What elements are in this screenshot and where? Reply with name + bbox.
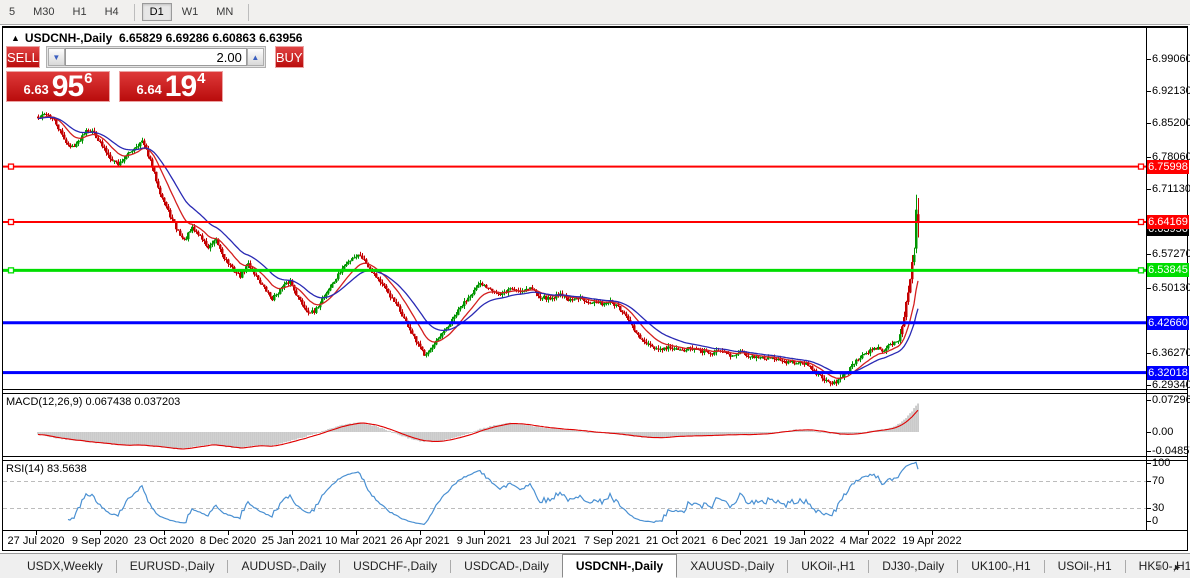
date-label: 10 Mar 2021 — [325, 535, 387, 547]
tab-audusd-daily[interactable]: AUDUSD-,Daily — [228, 555, 339, 577]
price-level-label: 6.64169 — [1147, 215, 1189, 229]
timeframe-button-H4[interactable]: H4 — [97, 3, 127, 21]
bid-big-digits: 95 — [52, 73, 83, 100]
price-level-label: 6.42660 — [1147, 316, 1189, 330]
ask-prefix: 6.64 — [136, 82, 161, 97]
trade-buttons-row: SELL ▼ ▲ BUY — [6, 46, 223, 68]
collapse-chart-icon[interactable]: ▲ — [11, 33, 20, 43]
timeframe-button-MN[interactable]: MN — [208, 3, 241, 21]
date-label: 23 Jul 2021 — [520, 535, 577, 547]
buy-button[interactable]: BUY — [275, 46, 304, 68]
price-tick-label: 6.57270 — [1152, 248, 1190, 260]
bid-ask-row: 6.63 956 6.64 194 — [6, 71, 223, 102]
macd-name: MACD(12,26,9) — [6, 396, 82, 408]
rsi-axis-label: 30 — [1152, 502, 1164, 514]
price-tick-label: 6.36270 — [1152, 347, 1190, 359]
ask-pip-digit: 4 — [197, 70, 205, 87]
tab-eurusd-daily[interactable]: EURUSD-,Daily — [117, 555, 228, 577]
bid-prefix: 6.63 — [23, 82, 48, 97]
ask-price-box[interactable]: 6.64 194 — [119, 71, 223, 102]
date-label: 7 Sep 2021 — [584, 535, 640, 547]
rsi-indicator-label: RSI(14) 83.5638 — [6, 463, 87, 475]
tab-usdchf-daily[interactable]: USDCHF-,Daily — [340, 555, 450, 577]
tab-dj30-daily[interactable]: DJ30-,Daily — [869, 555, 957, 577]
chart-tab-bar: USDX,WeeklyEURUSD-,DailyAUDUSD-,DailyUSD… — [0, 553, 1190, 578]
tab-usdx-weekly[interactable]: USDX,Weekly — [14, 555, 116, 577]
price-tick-label: 6.71130 — [1152, 183, 1190, 195]
price-tick-label: 6.99060 — [1152, 53, 1190, 65]
date-label: 19 Apr 2022 — [902, 535, 961, 547]
volume-input[interactable] — [65, 48, 247, 66]
rsi-axis-label: 100 — [1152, 457, 1170, 469]
timeframe-bar: 5M30H1H4 D1W1MN — [0, 3, 255, 21]
macd-values: 0.067438 0.037203 — [85, 396, 180, 408]
sell-button[interactable]: SELL — [6, 46, 40, 68]
tabs-holder: USDX,WeeklyEURUSD-,DailyAUDUSD-,DailyUSD… — [14, 554, 1190, 578]
price-level-label: 6.53845 — [1147, 263, 1189, 277]
tab-xauusd-daily[interactable]: XAUUSD-,Daily — [677, 555, 787, 577]
date-label: 26 Apr 2021 — [390, 535, 449, 547]
macd-axis-label: -0.048575 — [1152, 445, 1190, 457]
date-label: 6 Dec 2021 — [712, 535, 768, 547]
date-label: 9 Jun 2021 — [457, 535, 511, 547]
tab-uk100-h1[interactable]: UK100-,H1 — [958, 555, 1043, 577]
tab-scroll-left-icon[interactable]: ◄ — [1154, 562, 1163, 572]
tab-ukoil-h1[interactable]: UKOil-,H1 — [788, 555, 868, 577]
toolbar-separator — [134, 4, 135, 21]
date-label: 27 Jul 2020 — [8, 535, 65, 547]
price-tick-label: 6.50130 — [1152, 282, 1190, 294]
bid-price-box[interactable]: 6.63 956 — [6, 71, 110, 102]
tab-usoil-h1[interactable]: USOil-,H1 — [1045, 555, 1125, 577]
price-tick-label: 6.92130 — [1152, 85, 1190, 97]
ask-big-digits: 19 — [165, 73, 196, 100]
timeframe-button-D1[interactable]: D1 — [142, 3, 172, 21]
timeframe-button-5[interactable]: 5 — [1, 3, 23, 21]
chart-symbol-period: USDCNH-,Daily — [25, 31, 112, 45]
date-label: 9 Sep 2020 — [72, 535, 128, 547]
macd-axis-label: 0.00 — [1152, 426, 1173, 438]
chart-ohlc-values: 6.65829 6.69286 6.60863 6.63956 — [119, 31, 303, 45]
price-level-label: 6.32018 — [1147, 366, 1189, 380]
tab-usdcnh-daily[interactable]: USDCNH-,Daily — [562, 554, 677, 578]
price-tick-label: 6.29340 — [1152, 379, 1190, 391]
tab-usdcad-daily[interactable]: USDCAD-,Daily — [451, 555, 562, 577]
date-label: 4 Mar 2022 — [840, 535, 896, 547]
tab-scroll-controls: ◄ ► — [1154, 554, 1182, 579]
timeframe-toolbar: 5M30H1H4 D1W1MN — [0, 0, 1190, 25]
timeframe-button-W1[interactable]: W1 — [174, 3, 207, 21]
tab-scroll-right-icon[interactable]: ► — [1173, 562, 1182, 572]
price-level-label: 6.75998 — [1147, 160, 1189, 174]
volume-decrease-icon[interactable]: ▼ — [48, 48, 65, 66]
date-label: 25 Jan 2021 — [262, 535, 323, 547]
volume-stepper: ▼ ▲ — [46, 46, 266, 68]
volume-increase-icon[interactable]: ▲ — [247, 48, 264, 66]
toolbar-separator — [248, 4, 249, 21]
rsi-axis-label: 0 — [1152, 515, 1158, 527]
macd-axis-label: 0.072963 — [1152, 394, 1190, 406]
bid-pip-digit: 6 — [84, 70, 92, 87]
date-label: 23 Oct 2020 — [134, 535, 194, 547]
rsi-axis-label: 70 — [1152, 475, 1164, 487]
date-label: 21 Oct 2021 — [646, 535, 706, 547]
macd-indicator-label: MACD(12,26,9) 0.067438 0.037203 — [6, 396, 180, 408]
chart-title: ▲ USDCNH-,Daily 6.65829 6.69286 6.60863 6… — [11, 31, 302, 45]
price-tick-label: 6.85200 — [1152, 117, 1190, 129]
one-click-trading-panel: SELL ▼ ▲ BUY 6.63 956 6.64 194 — [6, 46, 223, 102]
rsi-value: 83.5638 — [47, 463, 87, 475]
rsi-name: RSI(14) — [6, 463, 44, 475]
timeframe-button-H1[interactable]: H1 — [65, 3, 95, 21]
date-label: 8 Dec 2020 — [200, 535, 256, 547]
timeframe-button-M30[interactable]: M30 — [25, 3, 62, 21]
date-label: 19 Jan 2022 — [774, 535, 835, 547]
